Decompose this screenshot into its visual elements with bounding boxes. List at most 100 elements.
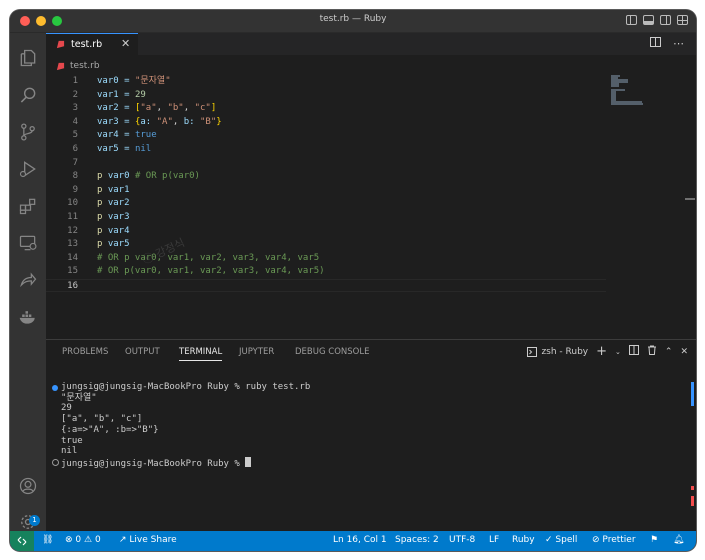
encoding-status[interactable]: UTF-8 [449, 535, 475, 545]
docker-icon[interactable] [10, 302, 46, 332]
tab-test-rb[interactable]: test.rb ✕ [46, 33, 138, 55]
breadcrumb-file[interactable]: test.rb [70, 61, 100, 71]
code-token: a: [140, 116, 157, 127]
trash-icon[interactable] [647, 345, 657, 358]
prettier-status[interactable]: ⊘ Prettier [592, 535, 636, 545]
terminal-line: jungsig@jungsig-MacBookPro Ruby % ruby t… [61, 382, 311, 392]
code-token: var3 = [97, 116, 135, 127]
source-control-icon[interactable] [10, 117, 46, 147]
line-code: # OR p var0, var1, var2, var3, var4, var… [97, 252, 319, 265]
eol-status[interactable]: LF [489, 535, 499, 545]
code-line[interactable]: 13 p var5 [46, 238, 606, 251]
code-token: p [97, 212, 108, 222]
code-token: 29 [134, 89, 146, 100]
code-token: var1 = [97, 89, 135, 100]
terminal-scrollbar[interactable] [691, 382, 694, 522]
cursor-position[interactable]: Ln 16, Col 1 [333, 535, 387, 545]
code-line[interactable]: 7 [46, 157, 606, 170]
remote-indicator[interactable] [10, 531, 34, 551]
chevron-down-icon[interactable]: ⌄ [615, 348, 621, 356]
toggle-panel-icon[interactable] [643, 15, 654, 25]
line-code: var1 = 29 [97, 89, 146, 102]
editor-tab-bar: test.rb ✕ ⋯ [46, 33, 696, 55]
activity-bar [10, 33, 46, 531]
prettier-icon: ⊘ [592, 535, 600, 545]
minimap-line [611, 85, 619, 87]
toggle-secondary-sidebar-icon[interactable] [660, 15, 671, 25]
title-bar: test.rb — Ruby [10, 10, 696, 33]
code-token: # OR p var0, var1, var2, var3, var4, var… [97, 252, 320, 263]
command-decoration-icon[interactable] [52, 384, 58, 391]
feedback-icon[interactable]: ⚑ [650, 535, 658, 545]
code-line[interactable]: 4 var3 = {a: "A", b: "B"} [46, 116, 606, 129]
code-line[interactable]: 3 var2 = ["a", "b", "c"] [46, 102, 606, 115]
terminal-line: ["a", "b", "c"] [61, 414, 143, 425]
terminal-selector[interactable]: zsh - Ruby [527, 346, 588, 357]
code-line[interactable]: 12 p var4 [46, 225, 606, 238]
code-line[interactable]: 16 [46, 279, 606, 292]
split-editor-icon[interactable] [650, 37, 661, 50]
breadcrumb: test.rb [56, 60, 100, 72]
maximize-panel-icon[interactable]: ⌃ [665, 347, 673, 357]
code-token: var5 = [97, 144, 135, 154]
code-token: p [97, 184, 108, 195]
code-line[interactable]: 11 p var3 [46, 211, 606, 224]
close-tab-icon[interactable]: ✕ [121, 37, 130, 50]
tab-problems[interactable]: PROBLEMS [62, 347, 108, 357]
warning-icon: ⚠ [84, 535, 93, 545]
tab-output[interactable]: OUTPUT [125, 347, 160, 357]
spell-label: Spell [555, 535, 578, 545]
customize-layout-icon[interactable] [677, 15, 688, 25]
run-debug-icon[interactable] [10, 154, 46, 184]
line-code: p var1 [97, 184, 130, 197]
language-mode[interactable]: Ruby [512, 535, 535, 545]
error-icon: ⊗ [65, 535, 73, 545]
code-line[interactable]: 15 # OR p(var0, var1, var2, var3, var4, v… [46, 265, 606, 278]
line-number: 9 [72, 184, 78, 195]
remote-explorer-icon[interactable] [10, 228, 46, 258]
split-terminal-icon[interactable] [628, 345, 639, 358]
code-line[interactable]: 10 p var2 [46, 197, 606, 210]
explorer-icon[interactable] [10, 43, 46, 73]
accounts-sync-icon[interactable]: ⛓ [42, 535, 53, 545]
editor-scrollbar[interactable] [685, 198, 695, 200]
problems-indicator[interactable]: ⊗ 0 ⚠ 0 [65, 535, 101, 545]
close-panel-icon[interactable]: ✕ [680, 347, 688, 357]
live-share-label: Live Share [129, 535, 177, 545]
code-line[interactable]: 6 var5 = nil [46, 143, 606, 156]
command-decoration-icon[interactable] [52, 459, 59, 467]
search-icon[interactable] [10, 80, 46, 110]
code-line[interactable]: 14 # OR p var0, var1, var2, var3, var4, v… [46, 252, 606, 265]
live-share-icon[interactable] [10, 265, 46, 295]
line-number: 2 [72, 89, 78, 100]
extensions-icon[interactable] [10, 191, 46, 221]
code-line[interactable]: 9 p var1 [46, 184, 606, 197]
accounts-icon[interactable] [10, 471, 46, 501]
tab-debug-console[interactable]: DEBUG CONSOLE [295, 347, 369, 357]
line-code: # OR p(var0, var1, var2, var3, var4, var… [97, 265, 325, 278]
tab-jupyter[interactable]: JUPYTER [239, 347, 274, 357]
code-line[interactable]: 2 var1 = 29 [46, 89, 606, 102]
terminal-line: nil [61, 446, 78, 457]
line-number: 11 [67, 212, 78, 222]
more-actions-icon[interactable]: ⋯ [673, 37, 684, 50]
code-token: "c" [194, 103, 211, 114]
line-code: var0 = "문자열" [97, 75, 171, 88]
line-number: 14 [67, 252, 78, 263]
new-terminal-icon[interactable]: + [596, 345, 607, 358]
code-token: "A" [156, 116, 173, 127]
notifications-bell-icon[interactable]: 🔔︎ [673, 535, 684, 545]
line-code: p var4 [97, 225, 130, 238]
code-token: var5 [107, 239, 130, 250]
code-line[interactable]: 8 p var0 # OR p(var0) [46, 170, 606, 183]
code-line[interactable]: 1 var0 = "문자열" [46, 75, 606, 88]
indentation-status[interactable]: Spaces: 2 [395, 535, 439, 545]
toggle-sidebar-icon[interactable] [626, 15, 637, 25]
minimap[interactable] [609, 75, 687, 107]
status-bar: ⛓ ⊗ 0 ⚠ 0 ↗ Live Share Ln 16, Col 1 Spac… [10, 531, 696, 551]
code-line[interactable]: 5 var4 = true [46, 129, 606, 142]
spell-status[interactable]: ✓ Spell [545, 535, 577, 545]
line-number: 5 [72, 130, 78, 141]
live-share-status[interactable]: ↗ Live Share [119, 535, 177, 545]
tab-terminal[interactable]: TERMINAL [179, 347, 223, 361]
